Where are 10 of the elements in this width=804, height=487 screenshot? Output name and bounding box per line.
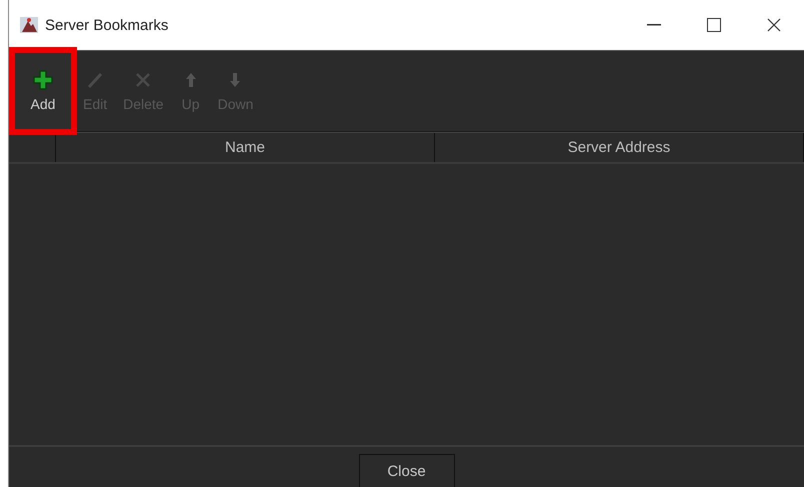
add-button[interactable]: Add — [13, 51, 73, 131]
close-icon[interactable] — [767, 18, 781, 32]
maximize-icon[interactable] — [707, 18, 721, 32]
plus-icon — [33, 70, 53, 90]
close-button[interactable]: Close — [358, 454, 454, 487]
window-title: Server Bookmarks — [45, 16, 170, 34]
minimize-icon[interactable] — [647, 24, 661, 26]
column-header[interactable]: Server Address — [435, 133, 804, 162]
app-icon — [19, 16, 39, 34]
column-header[interactable]: Name — [56, 133, 435, 162]
